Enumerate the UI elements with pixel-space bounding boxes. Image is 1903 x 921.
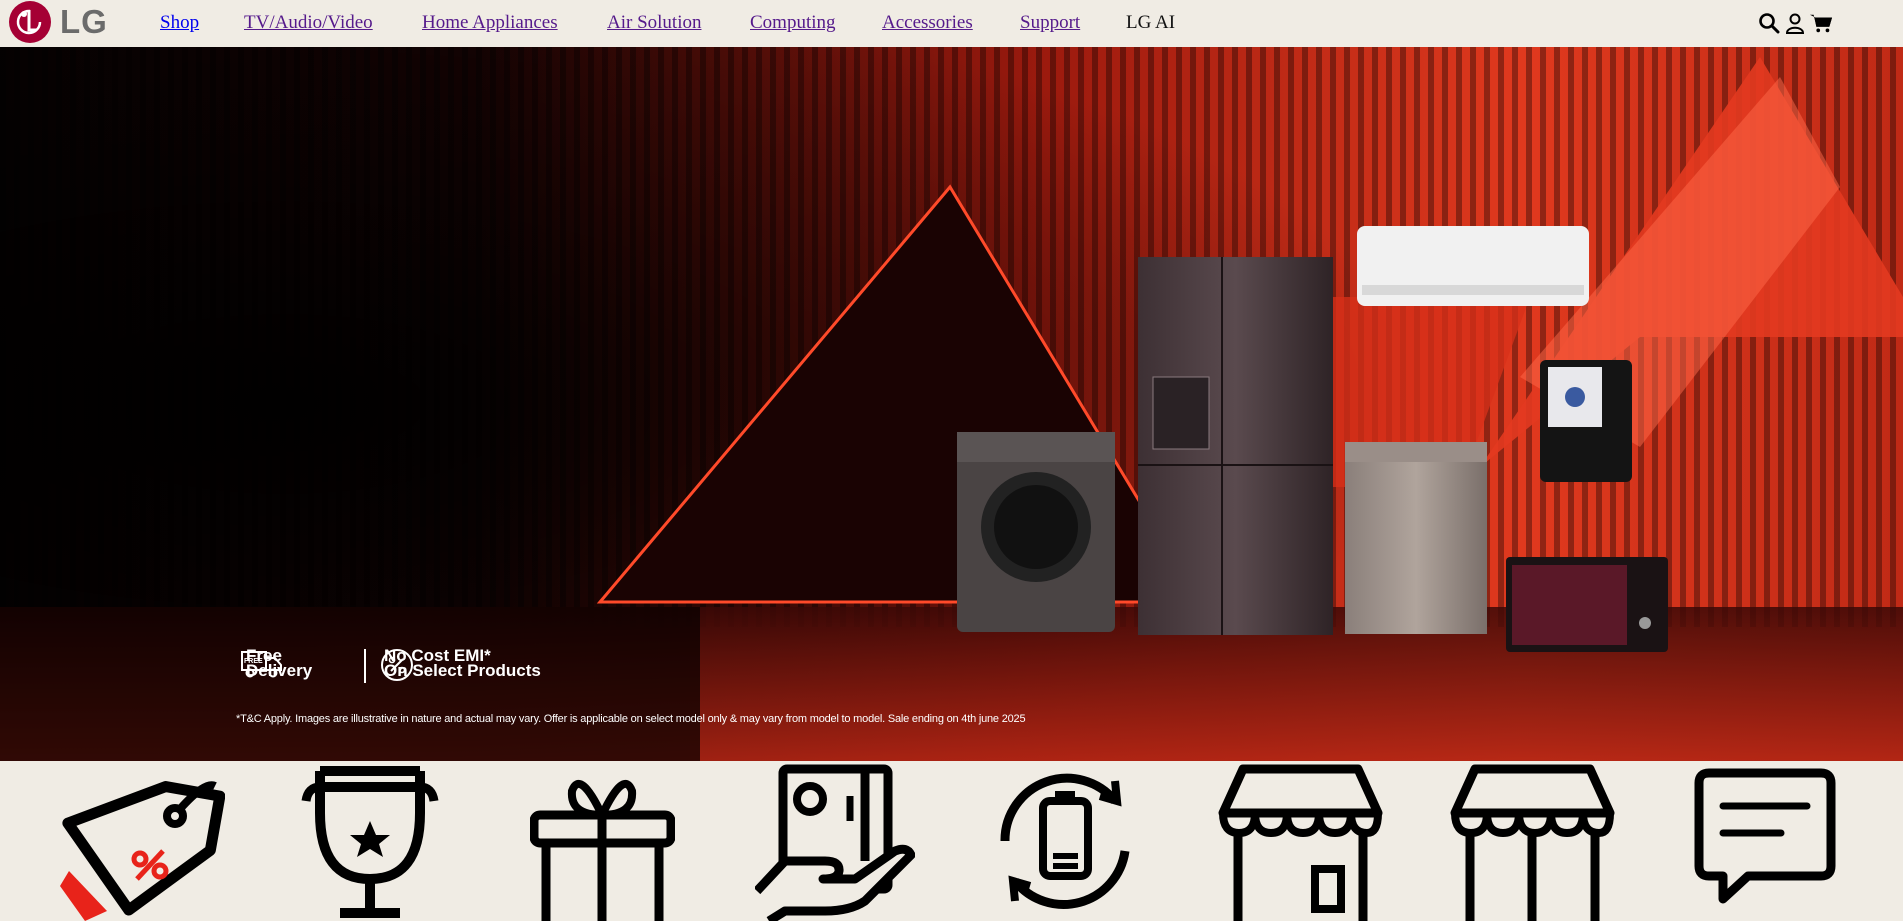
header-tools (1757, 11, 1833, 35)
category-icon-strip (0, 761, 1903, 921)
battery-recycle-icon[interactable] (985, 761, 1145, 921)
store-icon[interactable] (1218, 761, 1383, 921)
appliance-hand-icon[interactable] (755, 761, 915, 921)
price-tag-percent-icon[interactable] (55, 761, 225, 921)
water-purifier-image (1540, 360, 1632, 482)
hero-disclaimer: *T&C Apply. Images are illustrative in n… (236, 713, 1026, 725)
nav-accessories[interactable]: Accessories (882, 12, 973, 34)
nav-lg-ai[interactable]: LG AI (1126, 12, 1175, 34)
nav-computing[interactable]: Computing (750, 12, 836, 34)
lg-logo-mark-icon (9, 1, 51, 43)
chat-icon[interactable] (1693, 761, 1838, 921)
dishwasher-image (1345, 442, 1487, 634)
microwave-image (1506, 557, 1668, 652)
logo-text: LG (60, 3, 108, 40)
hero-banner[interactable]: FREE Free Delivery No Cost EMI* On Selec… (0, 47, 1903, 761)
washing-machine-image (957, 432, 1115, 632)
free-delivery-badge: FREE Free Delivery (240, 647, 312, 679)
user-icon[interactable] (1783, 11, 1807, 35)
cart-icon[interactable] (1809, 11, 1833, 35)
trophy-icon[interactable] (300, 761, 440, 921)
gift-icon[interactable] (530, 761, 675, 921)
site-header: LG Shop TV/Audio/Video Home Appliances A… (0, 0, 1903, 47)
lg-logo[interactable]: LG (8, 0, 108, 44)
no-cost-emi-badge: No Cost EMI* On Select Products (380, 647, 541, 681)
nav-air-solution[interactable]: Air Solution (607, 12, 701, 34)
free-truck-label: FREE (244, 658, 263, 665)
nav-support[interactable]: Support (1020, 12, 1080, 34)
nav-home-appliances[interactable]: Home Appliances (422, 12, 558, 34)
search-icon[interactable] (1757, 11, 1781, 35)
nav-shop[interactable]: Shop (160, 12, 199, 34)
refrigerator-image (1138, 257, 1333, 635)
badge-divider (364, 649, 366, 683)
air-conditioner-image (1357, 226, 1589, 306)
delivery-truck-icon: FREE (241, 651, 282, 678)
percent-circle-icon (381, 649, 413, 681)
storefront-icon[interactable] (1450, 761, 1615, 921)
nav-tv-audio-video[interactable]: TV/Audio/Video (244, 12, 373, 34)
